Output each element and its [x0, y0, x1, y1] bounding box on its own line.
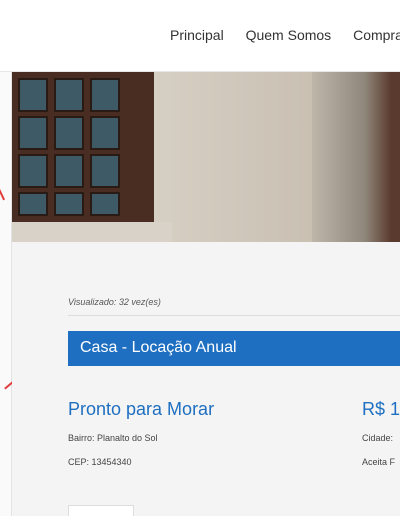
photo-window — [12, 72, 154, 232]
listing-cidade: Cidade: — [362, 433, 394, 443]
site-header: Principal Quem Somos Compra — [0, 0, 400, 72]
nav-item-compra[interactable]: Compra — [353, 27, 400, 43]
photo-sill — [12, 222, 172, 242]
divider — [68, 315, 400, 316]
listing-aceita: Aceita F — [362, 457, 396, 467]
nav-item-quem-somos[interactable]: Quem Somos — [246, 27, 332, 43]
listing-card: Visualizado: 32 vez(es) Casa - Locação A… — [12, 242, 400, 516]
listing-bairro: Bairro: Planalto do Sol — [68, 433, 158, 443]
listing-price: R$ 1 — [362, 399, 400, 419]
photo-wall — [154, 72, 324, 242]
listing-type-bar: Casa - Locação Anual — [68, 331, 400, 366]
action-button[interactable] — [68, 505, 134, 516]
left-sidebar-strip — [0, 72, 12, 516]
view-count: Visualizado: 32 vez(es) — [68, 297, 161, 307]
listing-cep: CEP: 13454340 — [68, 457, 132, 467]
photo-wall — [312, 72, 400, 242]
main-nav: Principal Quem Somos Compra — [170, 27, 400, 43]
property-photo[interactable] — [12, 72, 400, 242]
nav-item-principal[interactable]: Principal — [170, 27, 224, 43]
listing-title: Pronto para Morar — [68, 399, 215, 419]
